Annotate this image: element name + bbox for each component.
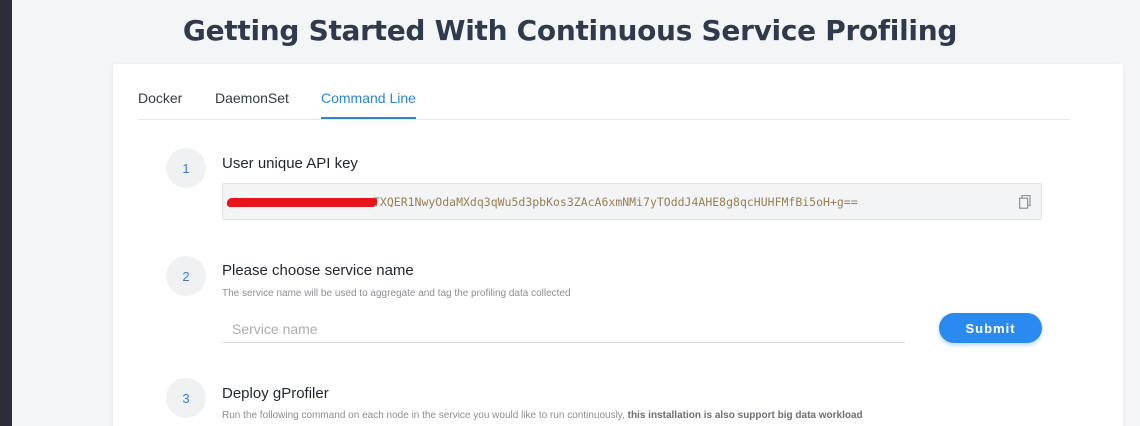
active-tab-indicator xyxy=(321,117,416,119)
step-number-3: 3 xyxy=(166,378,206,418)
step-3-description-text: Run the following command on each node i… xyxy=(222,410,625,421)
app-side-rail xyxy=(0,0,12,426)
step-number-2: 2 xyxy=(166,256,206,296)
copy-icon[interactable] xyxy=(1019,195,1031,209)
step-1-title: User unique API key xyxy=(222,155,358,172)
api-key-field: TXQER1NwyOdaMXdq3qWu5d3pbKos3ZAcA6xmNMi7… xyxy=(222,183,1042,220)
setup-card: Docker DaemonSet Command Line 1 User uni… xyxy=(113,64,1123,426)
api-key-redaction xyxy=(226,198,378,207)
api-key-visible-part: TXQER1NwyOdaMXdq3qWu5d3pbKos3ZAcA6xmNMi7… xyxy=(373,195,858,209)
step-number-1: 1 xyxy=(166,148,206,188)
tab-command-line[interactable]: Command Line xyxy=(321,90,416,106)
install-method-tabs: Docker DaemonSet Command Line xyxy=(138,64,1070,120)
step-3-description-bold: this installation is also support big da… xyxy=(627,410,863,421)
tab-docker[interactable]: Docker xyxy=(138,90,182,106)
service-name-input[interactable] xyxy=(222,315,905,343)
step-3-title: Deploy gProfiler xyxy=(222,385,329,402)
page-title: Getting Started With Continuous Service … xyxy=(182,14,958,47)
step-2-title: Please choose service name xyxy=(222,262,414,279)
api-key-text: TXQER1NwyOdaMXdq3qWu5d3pbKos3ZAcA6xmNMi7… xyxy=(226,195,858,209)
tab-daemonset[interactable]: DaemonSet xyxy=(215,90,289,106)
step-3-description: Run the following command on each node i… xyxy=(222,410,863,421)
step-2-description: The service name will be used to aggrega… xyxy=(222,288,571,299)
submit-button[interactable]: Submit xyxy=(939,313,1042,343)
